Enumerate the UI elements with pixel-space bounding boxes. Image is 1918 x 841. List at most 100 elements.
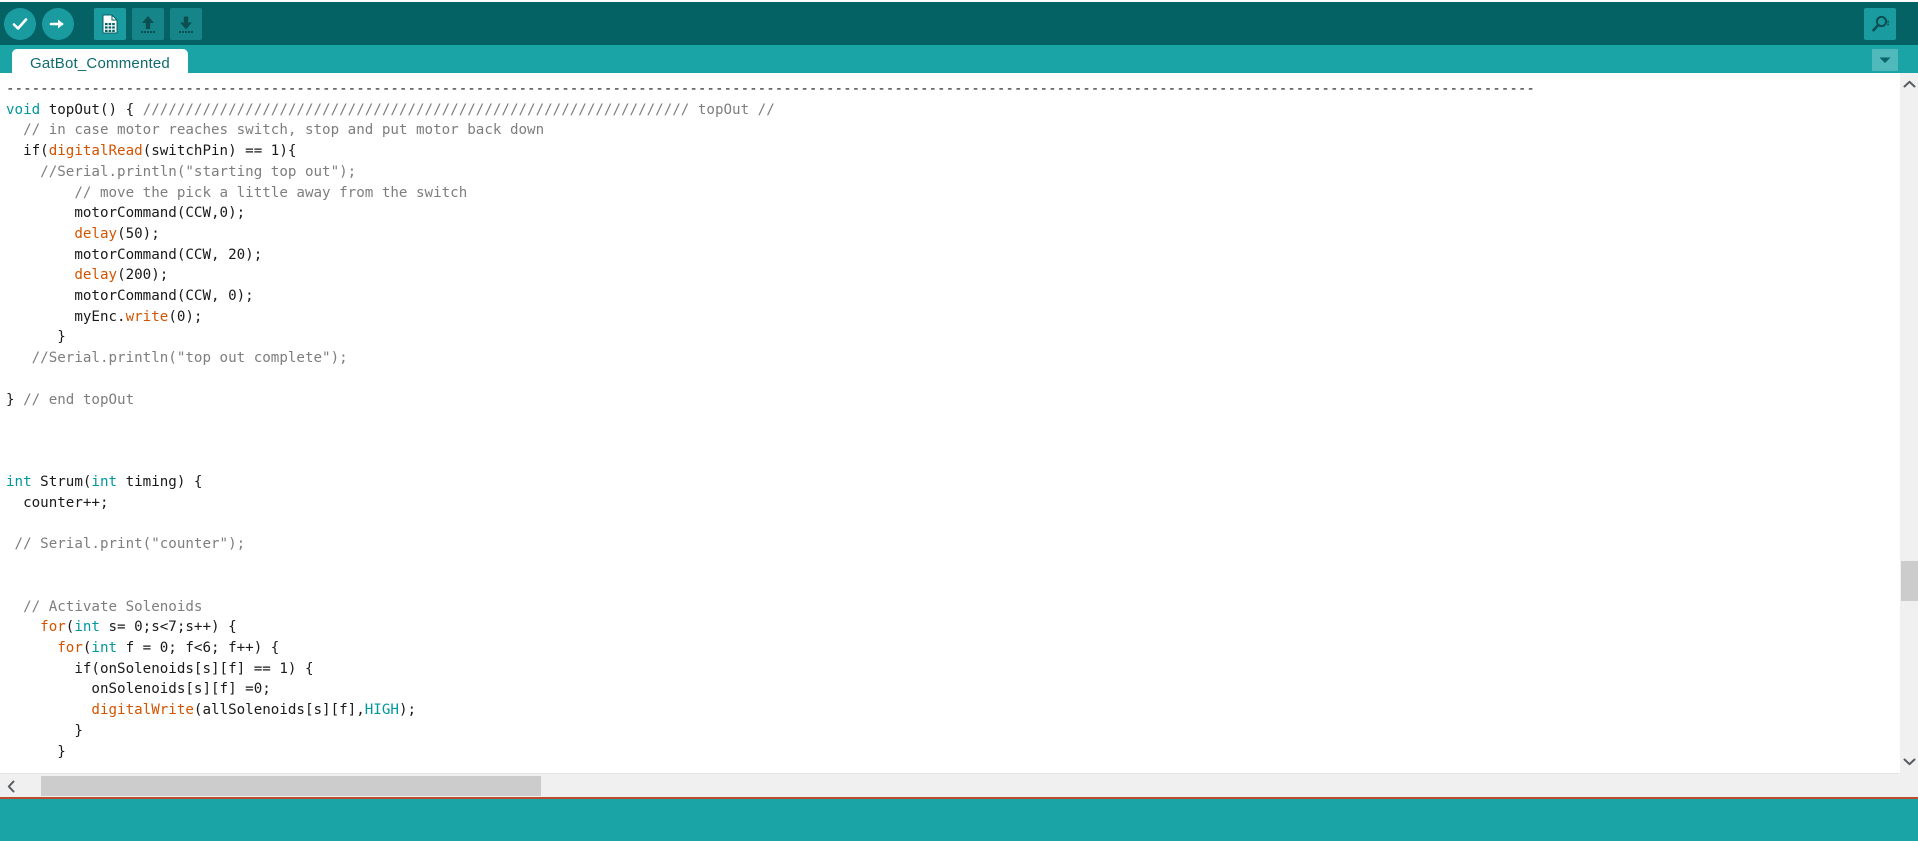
- code-token: for: [57, 639, 83, 656]
- code-line: //Serial.println("top out complete");: [6, 350, 348, 366]
- code-line: void topOut() { ////////////////////////…: [6, 102, 775, 118]
- tab-label: GatBot_Commented: [30, 54, 170, 72]
- code-token: Strum(: [40, 474, 92, 491]
- code-line: onSolenoids[s][f] =0;: [6, 681, 271, 698]
- main-toolbar: [0, 0, 1918, 45]
- code-token: // Activate Solenoids: [6, 598, 203, 615]
- code-token: f = 0; f<6; f++) {: [125, 639, 280, 656]
- code-line: motorCommand(CCW, 0);: [6, 288, 253, 304]
- chevron-up-icon: [1903, 80, 1916, 88]
- chevron-down-icon: [1879, 57, 1891, 63]
- code-token: onSolenoids[s][f] =0;: [6, 681, 271, 698]
- code-token: for: [40, 619, 66, 636]
- scroll-left-button[interactable]: [0, 774, 22, 798]
- code-line: int Strum(int timing) {: [6, 474, 202, 490]
- arrow-down-icon: [179, 16, 193, 33]
- code-line: motorCommand(CCW,0);: [6, 205, 245, 221]
- code-token: motorCommand(CCW, 20);: [6, 246, 263, 263]
- code-token: // end topOut: [23, 391, 135, 408]
- code-line: for(int f = 0; f<6; f++) {: [6, 640, 279, 656]
- code-token: if(: [6, 143, 49, 160]
- vertical-scrollbar-thumb[interactable]: [1901, 561, 1918, 601]
- tab-dropdown-button[interactable]: [1872, 49, 1898, 71]
- code-line: myEnc.write(0);: [6, 309, 202, 325]
- code-token: delay: [74, 267, 118, 284]
- new-sketch-button[interactable]: [94, 7, 126, 40]
- code-line: for(int s= 0;s<7;s++) {: [6, 619, 237, 636]
- code-token: int: [91, 639, 126, 656]
- code-line: }: [6, 744, 66, 760]
- code-token: }: [6, 329, 66, 346]
- code-line: } // end topOut: [6, 392, 134, 408]
- code-token: (200);: [117, 267, 169, 284]
- code-token: ----------------------------------------…: [6, 81, 1535, 97]
- code-token: motorCommand(CCW,0);: [6, 205, 246, 222]
- code-token: (50);: [117, 225, 160, 242]
- sketch-tab-bar: GatBot_Commented: [0, 45, 1918, 77]
- code-token: delay: [74, 225, 118, 242]
- code-token: s= 0;s<7;s++) {: [108, 619, 237, 636]
- code-line: counter++;: [6, 495, 109, 512]
- code-line: ----------------------------------------…: [6, 81, 1535, 97]
- code-token: (0);: [168, 308, 203, 325]
- code-line: // move the pick a little away from the …: [6, 185, 467, 201]
- code-token: );: [398, 702, 417, 719]
- code-line: // in case motor reaches switch, stop an…: [6, 122, 544, 138]
- chevron-left-icon: [7, 780, 14, 792]
- code-line: // Serial.print("counter");: [6, 536, 246, 553]
- code-line: //Serial.println("starting top out");: [6, 164, 356, 180]
- code-token: // move the pick a little away from the …: [6, 184, 468, 201]
- scroll-up-button[interactable]: [1900, 75, 1918, 94]
- code-token: counter++;: [6, 495, 109, 512]
- code-token: timing) {: [125, 474, 203, 491]
- code-token: // in case motor reaches switch, stop an…: [6, 122, 545, 139]
- code-line: }: [6, 723, 83, 739]
- code-token: if(onSolenoids[s][f] == 1) {: [6, 660, 314, 677]
- code-line: motorCommand(CCW, 20);: [6, 247, 262, 263]
- code-token: (allSolenoids[s][f],: [193, 702, 365, 719]
- toolbar-button-group: [0, 7, 202, 40]
- code-token: //Serial.println("top out complete");: [6, 350, 348, 367]
- arrow-right-icon: [49, 19, 64, 28]
- horizontal-scrollbar-thumb[interactable]: [40, 776, 542, 796]
- upload-button[interactable]: [42, 7, 74, 40]
- code-line: if(digitalRead(switchPin) == 1){: [6, 143, 296, 159]
- new-file-icon: [102, 14, 118, 33]
- code-token: digitalRead: [48, 143, 143, 160]
- editor-vertical-scrollbar[interactable]: [1899, 73, 1918, 773]
- code-line: }: [6, 329, 66, 345]
- code-token: //Serial.println("starting top out");: [6, 163, 357, 180]
- scroll-down-button[interactable]: [1900, 752, 1918, 771]
- code-token: }: [6, 743, 66, 760]
- scrollbar-corner: [1899, 773, 1918, 797]
- open-sketch-button[interactable]: [132, 7, 164, 40]
- check-icon: [12, 17, 28, 30]
- code-token: ////////////////////////////////////////…: [142, 101, 775, 118]
- code-token: (switchPin) == 1){: [142, 143, 297, 160]
- arduino-ide-window: GatBot_Commented -----------------------…: [0, 0, 1918, 841]
- arrow-up-icon: [141, 15, 155, 33]
- serial-monitor-button[interactable]: [1864, 7, 1896, 40]
- editor-horizontal-scrollbar[interactable]: [0, 773, 1918, 797]
- code-token: // Serial.print("counter");: [6, 536, 246, 553]
- code-editor[interactable]: ----------------------------------------…: [0, 73, 1918, 773]
- code-token: digitalWrite: [91, 702, 194, 719]
- code-token: int: [6, 474, 41, 491]
- toolbar-right-group: [1864, 7, 1918, 40]
- code-token: void: [6, 101, 49, 118]
- code-token: }: [6, 391, 24, 408]
- save-sketch-button[interactable]: [170, 7, 202, 40]
- code-line: // Activate Solenoids: [6, 599, 202, 615]
- code-token: write: [125, 308, 169, 325]
- code-token: myEnc.: [6, 308, 126, 325]
- magnifier-icon: [1872, 15, 1889, 31]
- code-line: delay(50);: [6, 225, 160, 242]
- code-line: delay(200);: [6, 267, 168, 283]
- code-text[interactable]: ----------------------------------------…: [0, 73, 1535, 762]
- verify-button[interactable]: [4, 7, 36, 40]
- code-token: HIGH: [364, 702, 399, 719]
